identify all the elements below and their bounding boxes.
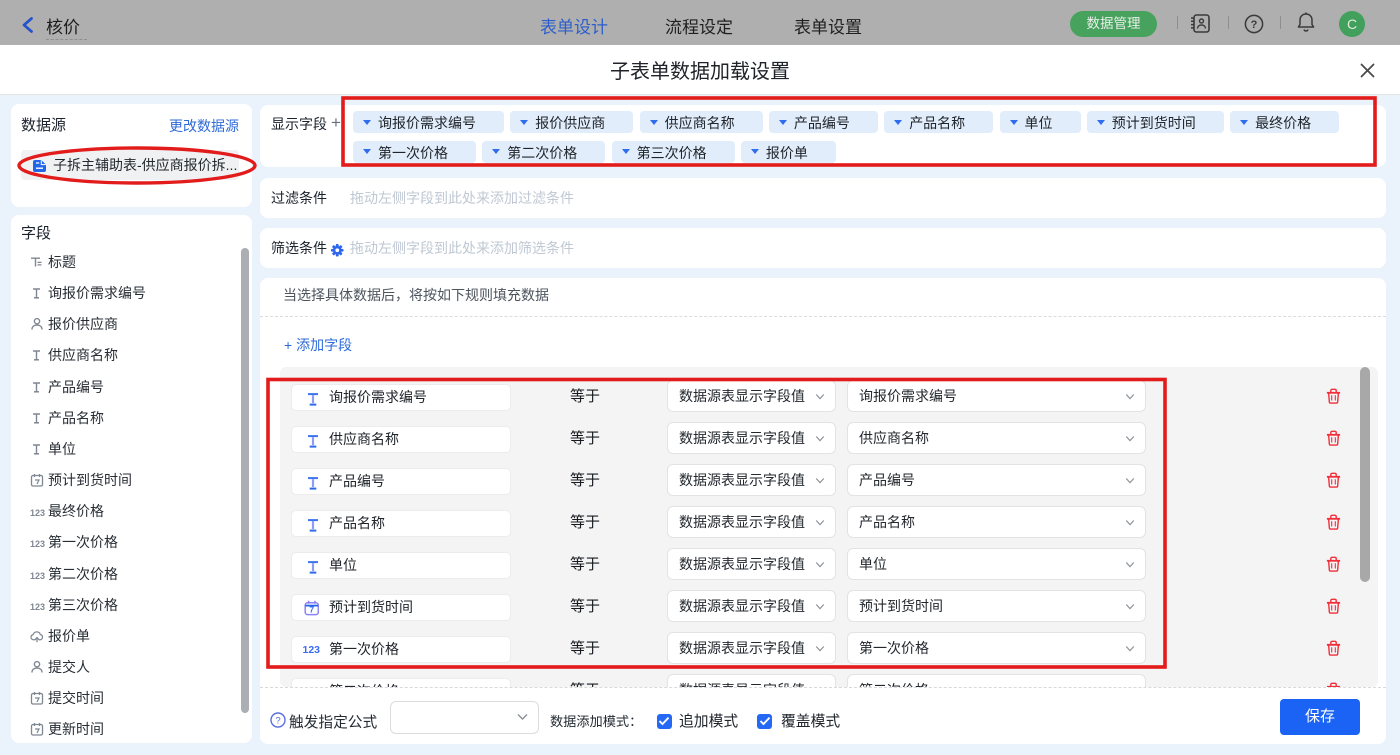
svg-text:?: ? <box>1251 19 1258 31</box>
svg-text:7: 7 <box>309 605 314 615</box>
svg-text:?: ? <box>275 716 280 727</box>
